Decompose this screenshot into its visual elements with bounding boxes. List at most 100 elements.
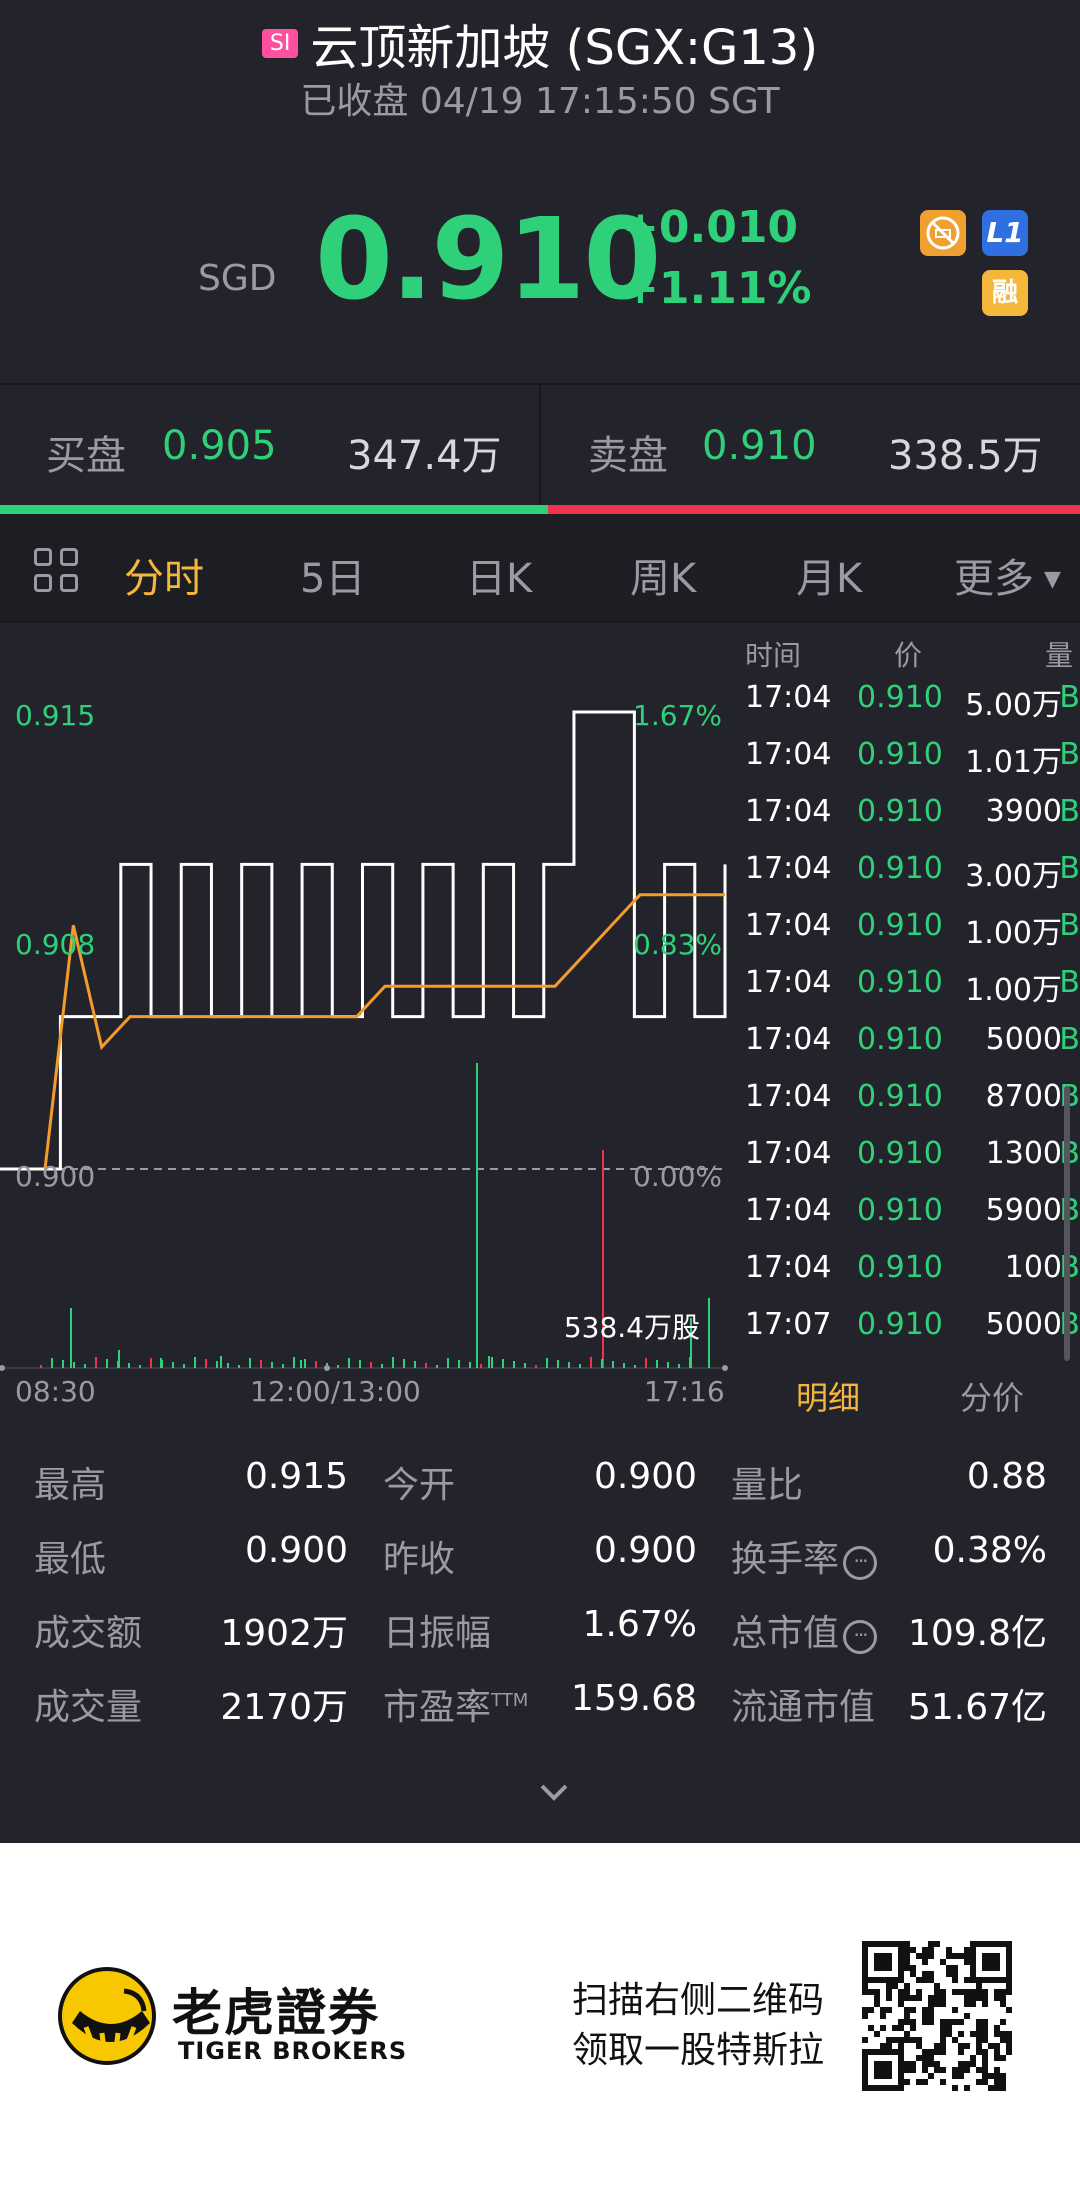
tick-row: 17:040.9101300B [740,1130,1080,1187]
bid-volume: 347.4万 [347,433,502,479]
brand-name-en: TIGER BROKERS [178,2037,408,2065]
tick-volume: 1.00万 [965,916,1062,951]
stat-value: 0.915 [244,1456,348,1497]
tab-more-label: 更多 [954,556,1034,602]
info-icon[interactable]: ··· [843,1620,878,1654]
tab-weekly-k[interactable]: 周K [630,546,696,604]
stat-label-text: 今开 [383,1465,456,1506]
stat-label: 流通市值 [731,1678,875,1730]
volume-bar [476,1063,478,1368]
ask-volume: 338.5万 [888,433,1043,479]
volume-bar [480,1364,482,1368]
stat-label-text: 量比 [731,1465,804,1506]
volume-bar [260,1360,262,1368]
volume-bar [95,1357,97,1368]
stat-value: 0.900 [593,1456,697,1497]
volume-bar [300,1360,302,1368]
volume-bar [502,1359,504,1368]
tick-price: 0.910 [857,1022,943,1057]
tick-volume: 5.00万 [965,688,1062,723]
ticks-scrollbar[interactable] [1064,1086,1070,1361]
volume-bar [73,1362,75,1368]
stat-item: 流通市值 51.67亿 [731,1678,1047,1728]
volume-bar [689,1357,691,1368]
stat-value: 1902万 [220,1613,348,1654]
stat-item: 最高 0.915 [34,1456,348,1506]
volume-bar [546,1358,548,1368]
tab-monthly-k[interactable]: 月K [796,546,862,604]
trade-ticks-panel[interactable]: 时间 价 量 17:04 0.910 5.00万 B 17:04 0.910 1.01万 B 1… [740,622,1080,1392]
tab-detail[interactable]: 明细 [796,1373,860,1419]
info-icon[interactable]: ··· [843,1546,878,1580]
y-right-tick: 0.83% [633,928,722,961]
currency-label: SGD [198,258,277,299]
volume-bar [194,1357,196,1368]
tab-intraday[interactable]: 分时 [124,546,204,604]
stat-value: 109.8亿 [907,1613,1047,1654]
promo-line-2: 领取一股特斯拉 [572,2030,825,2071]
volume-bar [601,1359,603,1368]
tick-row: 17:04 0.910 1.00万 B [740,902,1080,959]
volume-bar [612,1361,614,1368]
stat-label-text: 最高 [34,1465,107,1506]
volume-bar [488,1356,490,1368]
volume-bar [513,1361,515,1368]
y-left-tick: 0.900 [15,1160,95,1193]
tick-side: B [1059,1022,1080,1057]
ask-label: 卖盘 [588,433,668,479]
volume-bar [70,1308,72,1368]
volume-bar [106,1359,108,1368]
no-short-icon[interactable] [920,210,966,256]
chevron-down-icon[interactable] [536,1774,572,1810]
tab-more[interactable]: 更多 ▼ [954,546,1061,604]
stat-label: 日振幅 [383,1604,491,1656]
volume-bar [51,1358,53,1368]
stat-label: 成交额 [34,1604,142,1656]
ask-price: 0.910 [702,423,817,469]
volume-bar [590,1357,592,1368]
volume-bar [315,1361,317,1368]
volume-bar [348,1358,350,1368]
tick-side: B [1059,794,1080,829]
price-line [0,710,727,1171]
stat-value: 1.67% [582,1604,697,1645]
stat-item: 成交额 1902万 [34,1604,348,1654]
x-tick: 08:30 [15,1375,96,1408]
bid-ratio-bar [0,505,548,514]
stat-label: 总市值 ··· [731,1604,878,1656]
volume-bar [337,1365,339,1368]
stat-item[interactable]: 换手率 ··· 0.38% [731,1530,1047,1580]
tick-time: 17:04 [745,965,832,1000]
brand-name-cn: 老虎證券 [172,1984,380,2042]
volume-bar [150,1358,152,1368]
stat-item[interactable]: 总市值 ··· 109.8亿 [731,1604,1047,1654]
tick-side: B [1059,965,1080,1000]
promo-line-1: 扫描右侧二维码 [572,1980,825,2021]
margin-icon[interactable]: 融 [982,270,1028,316]
y-right-tick: 0.00% [633,1160,722,1193]
tick-price: 0.910 [857,851,943,886]
header-price: 价 [894,639,923,672]
tab-5day[interactable]: 5日 [300,546,365,604]
volume-bar [634,1365,636,1368]
stat-label-text: 市盈率 [383,1687,492,1728]
tick-price: 0.910 [857,1193,943,1228]
volume-bar [458,1360,460,1368]
tick-time: 17:04 [745,1250,832,1285]
tick-price: 0.910 [857,908,943,943]
tick-volume: 5000 [985,1307,1062,1342]
grid-icon[interactable] [34,548,80,594]
stat-value: 2170万 [220,1687,348,1728]
tab-price-distribution[interactable]: 分价 [960,1373,1024,1419]
tab-daily-k[interactable]: 日K [466,546,532,604]
volume-bar [227,1363,229,1368]
price-change-pct: +1.11% [622,263,812,314]
tiger-logo-icon [58,1967,156,2065]
qr-code-icon[interactable] [862,1941,1012,2091]
x-tick: 12:00/13:00 [250,1375,421,1408]
bid-price: 0.905 [162,423,277,469]
tick-price: 0.910 [857,1079,943,1114]
level1-icon[interactable]: L1 [982,210,1028,256]
intraday-chart[interactable]: 0.915 0.908 0.900 1.67% 0.83% 0.00% 538.… [0,622,730,1392]
tick-volume: 8700 [985,1079,1062,1114]
